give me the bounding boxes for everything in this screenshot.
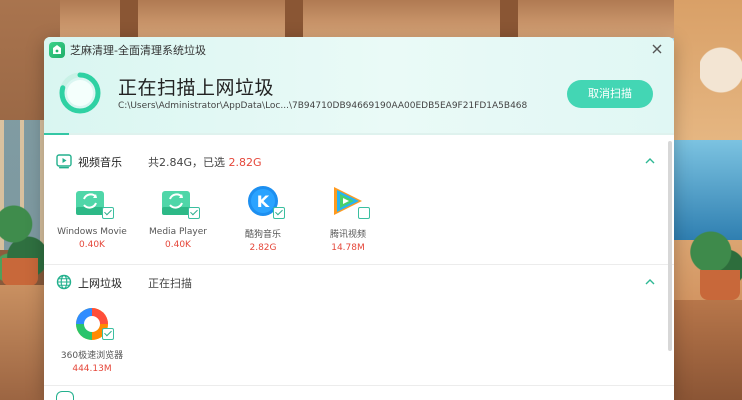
item-size: 444.13M (72, 364, 112, 374)
section-video-music: 视频音乐 共2.84G，已选 2.82G Windows Movie 0.40K (44, 149, 674, 267)
item-name: Windows Movie (57, 227, 127, 237)
app-logo-icon (49, 42, 65, 58)
cancel-scan-button[interactable]: 取消扫描 (567, 80, 653, 108)
scan-progress-ring-icon (59, 72, 101, 114)
section-summary: 正在扫描 (148, 277, 192, 290)
section-divider (44, 264, 674, 265)
item-checkbox[interactable] (102, 328, 114, 340)
next-section-icon (56, 391, 74, 400)
section-summary: 共2.84G，已选 2.82G (148, 156, 262, 169)
cleaner-window: 芝麻清理-全面清理系统垃圾 正在扫描上网垃圾 C:\Users\Administ… (44, 37, 674, 400)
item-name: 酷狗音乐 (244, 230, 281, 240)
item-checkbox[interactable] (273, 207, 285, 219)
section-divider (44, 385, 674, 386)
item-name: 腾讯视频 (329, 230, 366, 240)
scan-header: 芝麻清理-全面清理系统垃圾 正在扫描上网垃圾 C:\Users\Administ… (44, 37, 674, 135)
item-name: Media Player (149, 227, 207, 237)
chevron-up-icon[interactable] (644, 277, 656, 287)
section-web-garbage: 上网垃圾 正在扫描 360极速浏览器 444.13M (44, 270, 674, 388)
item-name: 360极速浏览器 (60, 351, 124, 361)
section-title: 上网垃圾 (78, 277, 122, 290)
list-item[interactable]: K 酷狗音乐 2.82G (221, 183, 305, 253)
item-checkbox[interactable] (358, 207, 370, 219)
title-bar: 芝麻清理-全面清理系统垃圾 (44, 37, 674, 63)
globe-icon (56, 274, 72, 290)
scan-heading: 正在扫描上网垃圾 (118, 77, 275, 99)
window-title: 芝麻清理-全面清理系统垃圾 (70, 44, 206, 57)
section-title: 视频音乐 (78, 156, 122, 169)
scan-path: C:\Users\Administrator\AppData\Loc...\7B… (118, 101, 528, 111)
close-icon[interactable] (650, 42, 664, 56)
item-size: 0.40K (79, 240, 105, 250)
chevron-up-icon[interactable] (644, 156, 656, 166)
list-item[interactable]: Windows Movie 0.40K (50, 183, 134, 250)
360-browser-icon (72, 304, 114, 344)
item-checkbox[interactable] (188, 207, 200, 219)
list-item[interactable]: 360极速浏览器 444.13M (50, 304, 134, 374)
list-item[interactable]: 腾讯视频 14.78M (306, 183, 390, 253)
item-checkbox[interactable] (102, 207, 114, 219)
scan-progress-track (44, 133, 674, 135)
item-size: 2.82G (249, 243, 277, 253)
svg-text:K: K (257, 192, 270, 211)
scan-progress-fill (44, 133, 70, 135)
tencent-video-icon (328, 183, 370, 223)
item-size: 0.40K (165, 240, 191, 250)
scrollbar[interactable] (668, 141, 672, 351)
list-item[interactable]: Media Player 0.40K (136, 183, 220, 250)
section-header[interactable]: 上网垃圾 正在扫描 (44, 270, 674, 296)
video-music-icon (56, 154, 72, 169)
kugou-icon: K (243, 183, 285, 223)
recycle-icon (72, 183, 114, 223)
selected-size: 2.82G (228, 156, 262, 169)
item-size: 14.78M (331, 243, 365, 253)
recycle-icon (158, 183, 200, 223)
section-header[interactable]: 视频音乐 共2.84G，已选 2.82G (44, 149, 674, 175)
